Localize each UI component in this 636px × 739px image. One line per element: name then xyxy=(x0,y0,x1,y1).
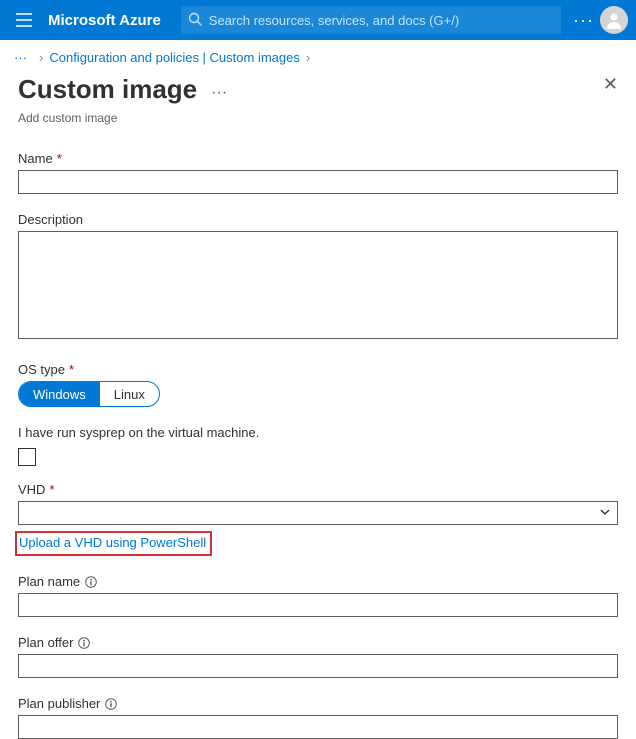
sysprep-field: I have run sysprep on the virtual machin… xyxy=(18,425,618,466)
plan-name-field: Plan name xyxy=(18,574,618,617)
info-icon[interactable] xyxy=(85,576,97,588)
os-type-field: OS type * Windows Linux xyxy=(18,362,618,407)
name-label: Name xyxy=(18,151,53,166)
top-actions: ··· xyxy=(573,6,628,34)
global-search xyxy=(181,6,561,34)
breadcrumb-more-icon[interactable]: ··· xyxy=(14,50,27,65)
page-title: Custom image xyxy=(18,74,197,105)
chevron-right-icon: › xyxy=(39,50,43,65)
user-avatar[interactable] xyxy=(600,6,628,34)
hamburger-menu-icon[interactable] xyxy=(8,4,40,36)
os-type-toggle: Windows Linux xyxy=(18,381,160,407)
os-linux-option[interactable]: Linux xyxy=(100,382,159,406)
os-windows-option[interactable]: Windows xyxy=(19,382,100,406)
description-field: Description xyxy=(18,212,618,344)
chevron-right-icon: › xyxy=(306,50,310,65)
vhd-select[interactable] xyxy=(18,501,618,525)
required-star: * xyxy=(69,362,74,377)
plan-publisher-field: Plan publisher xyxy=(18,696,618,739)
breadcrumb-link[interactable]: Configuration and policies | Custom imag… xyxy=(49,50,300,65)
sysprep-checkbox[interactable] xyxy=(18,448,36,466)
breadcrumb: ··· › Configuration and policies | Custo… xyxy=(0,40,636,74)
search-icon xyxy=(188,12,203,27)
info-icon[interactable] xyxy=(105,698,117,710)
plan-offer-field: Plan offer xyxy=(18,635,618,678)
info-icon[interactable] xyxy=(78,637,90,649)
close-icon[interactable]: ✕ xyxy=(603,74,618,95)
title-more-icon[interactable]: ··· xyxy=(211,84,227,102)
vhd-label: VHD xyxy=(18,482,45,497)
search-input[interactable] xyxy=(181,6,561,34)
plan-publisher-label: Plan publisher xyxy=(18,696,100,711)
plan-offer-input[interactable] xyxy=(18,654,618,678)
more-actions-icon[interactable]: ··· xyxy=(573,10,594,31)
azure-topbar: Microsoft Azure ··· xyxy=(0,0,636,40)
plan-offer-label: Plan offer xyxy=(18,635,73,650)
plan-publisher-input[interactable] xyxy=(18,715,618,739)
brand-label: Microsoft Azure xyxy=(48,12,161,29)
os-type-label: OS type xyxy=(18,362,65,377)
plan-name-label: Plan name xyxy=(18,574,80,589)
required-star: * xyxy=(49,482,54,497)
page-subtitle: Add custom image xyxy=(0,111,636,125)
required-star: * xyxy=(57,151,62,166)
description-label: Description xyxy=(18,212,83,227)
name-input[interactable] xyxy=(18,170,618,194)
description-input[interactable] xyxy=(18,231,618,339)
custom-image-form: Name * Description OS type * Windows Linux… xyxy=(0,151,636,739)
name-field: Name * xyxy=(18,151,618,194)
sysprep-label: I have run sysprep on the virtual machin… xyxy=(18,425,259,440)
upload-vhd-link[interactable]: Upload a VHD using PowerShell xyxy=(19,535,206,550)
plan-name-input[interactable] xyxy=(18,593,618,617)
vhd-field: VHD * xyxy=(18,482,618,525)
highlight-annotation: Upload a VHD using PowerShell xyxy=(15,531,212,556)
